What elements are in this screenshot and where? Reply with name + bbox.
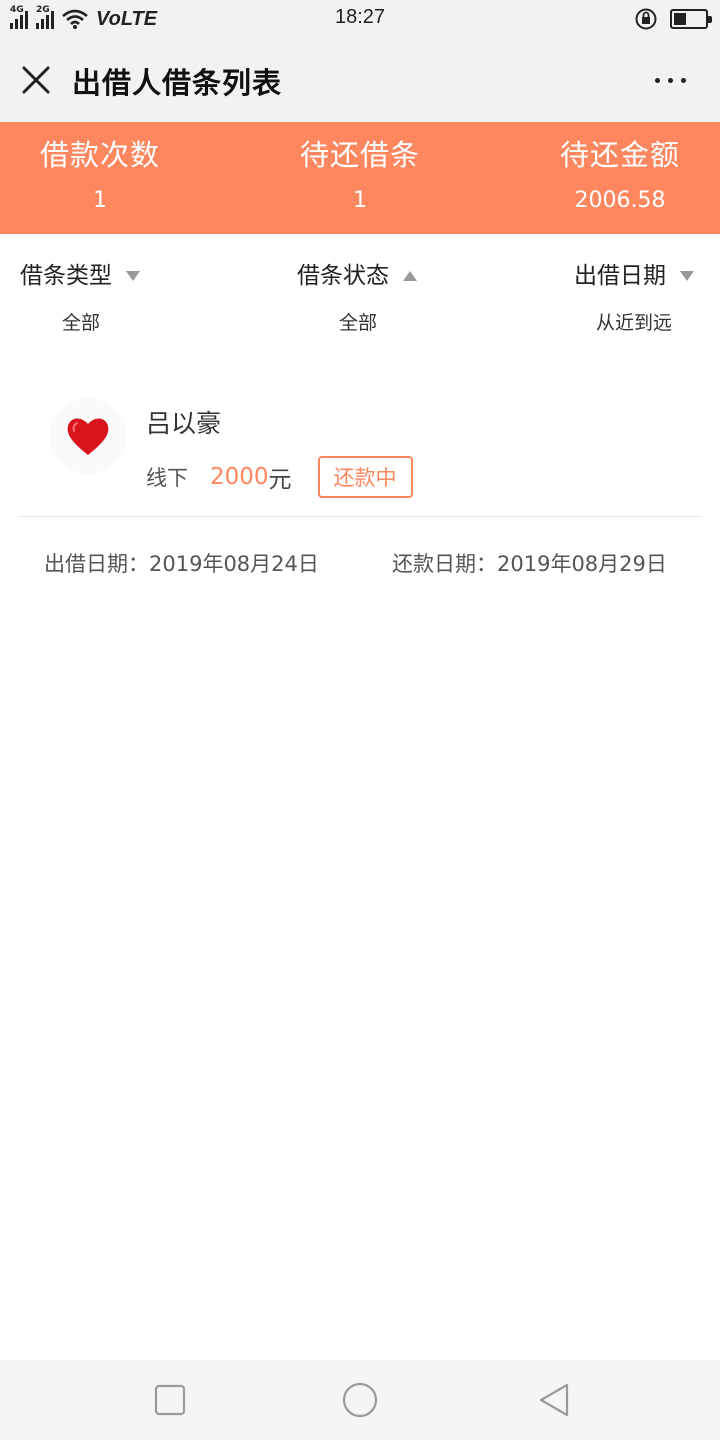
filter-label: 出借日期 — [574, 263, 666, 289]
status-bar: 4G 2G VoLTE 18:27 — [0, 0, 720, 38]
battery-icon — [670, 9, 712, 29]
heart-icon — [67, 418, 109, 455]
summary-pending-amount: 待还金额 2006.58 — [500, 122, 720, 234]
summary-label: 借款次数 — [39, 138, 160, 172]
summary-label: 待还借条 — [299, 138, 420, 172]
battery-level — [674, 13, 686, 25]
lend-date: 出借日期：2019年08月24日 — [44, 552, 319, 576]
amount-unit: 元 — [268, 467, 292, 493]
chevron-up-icon — [403, 270, 417, 281]
filter-lend-date[interactable]: 出借日期 从近到远 — [574, 256, 694, 336]
rotation-lock-icon — [635, 8, 657, 30]
summary-value: 2006.58 — [574, 188, 666, 213]
filter-value: 全部 — [339, 312, 378, 334]
summary-pending-notes: 待还借条 1 — [240, 122, 480, 234]
chevron-down-icon — [680, 270, 694, 281]
loan-details: 线下 2000 元 还款中 — [146, 456, 413, 498]
loan-amount: 2000 — [210, 464, 269, 490]
summary-value: 1 — [353, 188, 367, 213]
status-right — [634, 7, 712, 31]
filter-value: 全部 — [62, 312, 101, 334]
home-icon[interactable] — [342, 1382, 378, 1418]
filter-loan-type[interactable]: 借条类型 全部 — [20, 256, 140, 336]
summary-value: 1 — [93, 188, 107, 213]
filter-label: 借条状态 — [297, 263, 389, 289]
chevron-down-icon — [126, 270, 140, 281]
summary-panel: 借款次数 1 待还借条 1 待还金额 2006.58 — [0, 122, 720, 234]
summary-loan-count: 借款次数 1 — [0, 122, 220, 234]
borrower-name: 吕以豪 — [146, 409, 222, 438]
back-icon[interactable] — [536, 1382, 572, 1418]
navigation-bar — [0, 1360, 720, 1440]
recents-icon[interactable] — [152, 1382, 188, 1418]
summary-label: 待还金额 — [559, 138, 680, 172]
clock: 18:27 — [334, 6, 386, 28]
repay-date: 还款日期：2019年08月29日 — [392, 552, 667, 576]
filter-value: 从近到远 — [596, 312, 673, 334]
avatar — [50, 398, 126, 474]
more-icon[interactable] — [650, 70, 690, 90]
filter-label: 借条类型 — [20, 263, 112, 289]
list-item[interactable]: 吕以豪 线下 2000 元 还款中 — [20, 380, 700, 517]
filter-bar: 借条类型 全部 借条状态 全部 出借日期 从近到远 — [0, 234, 720, 344]
title-bar: 出借人借条列表 — [0, 38, 720, 122]
loan-mode: 线下 — [146, 466, 188, 490]
close-icon[interactable] — [18, 62, 54, 98]
page-title: 出借人借条列表 — [72, 66, 283, 100]
status-badge: 还款中 — [317, 456, 413, 498]
filter-loan-status[interactable]: 借条状态 全部 — [297, 256, 417, 336]
